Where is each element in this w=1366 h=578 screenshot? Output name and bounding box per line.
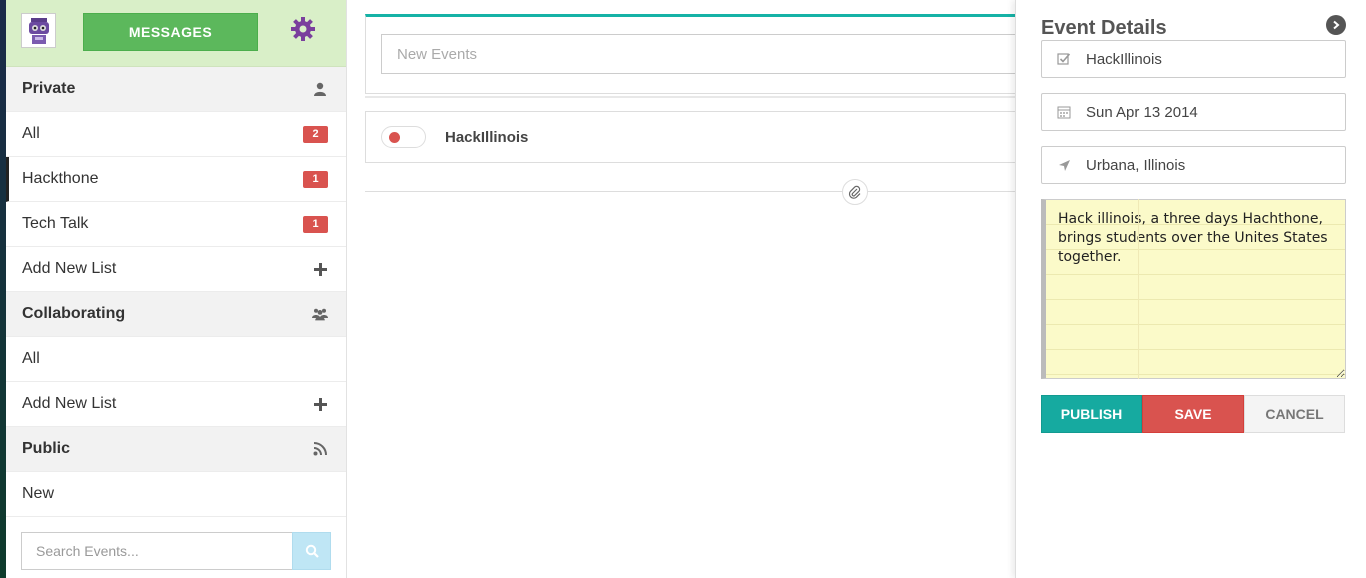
sidebar-item-tech-talk[interactable]: Tech Talk 1 [6,202,346,247]
section-collaborating: Collaborating [6,292,346,337]
event-date-value: Sun Apr 13 2014 [1086,103,1198,121]
search-bar [21,532,331,570]
section-title: Private [22,80,76,97]
event-list-item[interactable]: HackIllinois [365,111,1025,163]
event-details-panel: Event Details HackIllinois Sun Apr 13 20… [1015,0,1366,578]
plus-icon[interactable] [312,396,328,412]
search-icon [305,544,319,558]
users-icon [312,306,328,322]
sidebar-item-label: Add New List [22,260,117,277]
sidebar-item-label: Hackthone [22,170,99,187]
sidebar-item-hackthone[interactable]: Hackthone 1 [6,157,346,202]
list-divider [365,191,1025,192]
action-buttons: PUBLISH SAVE CANCEL [1041,395,1345,433]
rss-icon [312,441,328,457]
details-title: Event Details [1041,17,1167,39]
event-location-field[interactable]: Urbana, Illinois [1041,146,1346,184]
notes-margin-line [1138,199,1139,379]
location-arrow-icon [1042,159,1086,172]
sidebar: MESSAGES Private All 2 Hackthone 1 Tech … [6,0,347,578]
attachment-icon[interactable] [842,179,868,205]
section-title: Public [22,440,71,457]
user-icon [312,81,328,97]
plus-icon[interactable] [312,261,328,277]
publish-button[interactable]: PUBLISH [1041,395,1142,433]
calendar-icon [1042,105,1086,119]
messages-button[interactable]: MESSAGES [83,13,258,51]
sidebar-header: MESSAGES [6,0,346,67]
event-description-textarea[interactable]: Hack illinois, a three days Hachthone, b… [1041,199,1346,379]
sidebar-item-add-collab-list[interactable]: Add New List [6,382,346,427]
sidebar-item-label: Add New List [22,395,117,412]
count-badge: 1 [303,215,328,233]
sidebar-item-label: All [22,125,40,142]
section-public: Public [6,427,346,472]
panel-shadow-line [365,96,1025,98]
search-input[interactable] [21,532,292,570]
sidebar-item-collab-all[interactable]: All [6,337,346,382]
new-event-panel [365,14,1041,94]
event-name-field[interactable]: HackIllinois [1041,40,1346,78]
event-name-value: HackIllinois [1086,50,1162,68]
sidebar-item-add-private-list[interactable]: Add New List [6,247,346,292]
event-date-field[interactable]: Sun Apr 13 2014 [1041,93,1346,131]
sidebar-item-label: New [22,485,55,502]
cancel-button[interactable]: CANCEL [1244,395,1345,433]
settings-gear-icon[interactable] [289,15,317,43]
toggle-knob [389,132,400,143]
sidebar-item-label: All [22,350,40,367]
event-location-value: Urbana, Illinois [1086,156,1186,174]
section-title: Collaborating [22,305,126,322]
sidebar-item-private-all[interactable]: All 2 [6,112,346,157]
collapse-arrow-icon[interactable] [1326,15,1346,35]
count-badge: 2 [303,125,328,143]
avatar[interactable] [21,13,56,48]
save-button[interactable]: SAVE [1142,395,1244,433]
search-button[interactable] [292,532,331,570]
event-toggle[interactable] [381,126,426,148]
new-event-input[interactable] [381,34,1041,74]
event-title: HackIllinois [445,128,529,146]
count-badge: 1 [303,170,328,188]
robot-avatar-icon [28,17,49,44]
sidebar-item-label: Tech Talk [22,215,89,232]
section-private: Private [6,67,346,112]
checkbox-icon [1042,52,1086,66]
sidebar-item-public-new[interactable]: New [6,472,346,517]
main-content: HackIllinois [347,0,1041,578]
